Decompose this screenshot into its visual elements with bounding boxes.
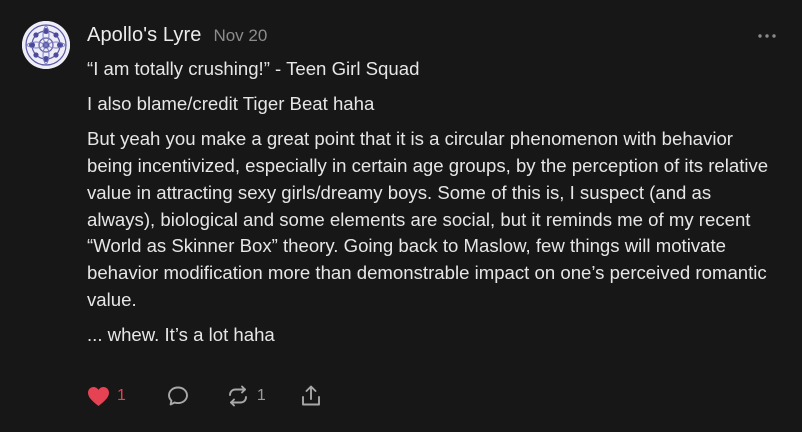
comment-body: “I am totally crushing!” - Teen Girl Squ… [87, 56, 777, 357]
restack-arrows-icon [228, 385, 247, 407]
restack-button[interactable]: 1 [226, 384, 266, 408]
like-count: 1 [117, 387, 126, 404]
restack-count: 1 [256, 387, 266, 404]
avatar-pattern-icon [22, 21, 70, 69]
avatar[interactable] [22, 21, 70, 69]
share-icon [301, 385, 320, 406]
share-button[interactable] [300, 384, 322, 408]
comment-card: Apollo's Lyre Nov 20 “I am totally crush… [0, 0, 802, 432]
comment-actions: 1 1 [87, 384, 322, 408]
like-button[interactable]: 1 [87, 384, 126, 408]
comment-paragraph: But yeah you make a great point that it … [87, 128, 769, 310]
author-name[interactable]: Apollo's Lyre [87, 24, 201, 47]
reply-button[interactable] [166, 384, 190, 408]
more-options-button[interactable] [756, 31, 778, 41]
comment-paragraph: ... whew. It’s a lot haha [87, 323, 275, 345]
comment-header: Apollo's Lyre Nov 20 [87, 24, 267, 47]
comment-paragraph: “I am totally crushing!” - Teen Girl Squ… [87, 58, 420, 79]
speech-bubble-icon [167, 386, 188, 406]
ellipsis-icon [758, 34, 776, 38]
heart-icon [88, 386, 109, 406]
comment-paragraph: I also blame/credit Tiger Beat haha [87, 93, 375, 115]
comment-date[interactable]: Nov 20 [213, 26, 267, 46]
